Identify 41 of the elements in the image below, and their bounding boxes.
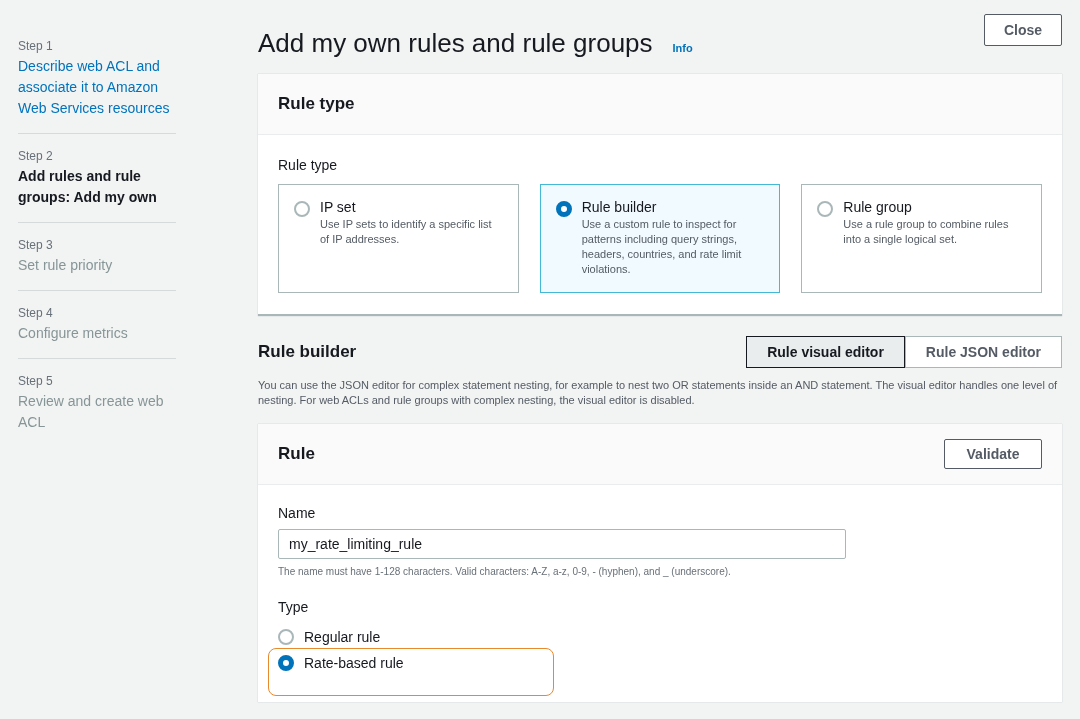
panel-heading: Rule type [278,93,355,116]
option-description: Use IP sets to identify a specific list of IP addresses. [320,217,493,247]
option-title: IP set [320,198,357,216]
step-label: Step 5 [18,373,54,389]
name-input-field[interactable]: my_rate_limiting_rule [278,529,846,559]
step-title[interactable]: Describe web ACL and associate it to Amazon Web Services resources [18,56,176,119]
page-title: Add my own rules and rule groups [258,27,653,60]
step-label: Step 3 [18,237,54,253]
field-label: Rule type [278,156,339,175]
option-description: Use a rule group to combine rules into a single logical set. [843,217,1010,247]
rule-type-option[interactable]: IP set Use IP sets to identify a specific list of IP addresses. [278,184,519,293]
option-description: Use a custom rule to inspect for patterns including query strings, headers, countries, and rate limit violations. [581,217,743,277]
step-title: Set rule priority [18,256,114,275]
radio-icon[interactable] [294,201,310,217]
step-label: Step 4 [18,305,54,321]
radio-selected-icon[interactable] [555,201,572,217]
option-title: Rule builder [581,198,658,216]
section-description: You can use the JSON editor for complex statement nesting, for example to nest two OR statements inside an AND statement. The visual editor handles one level of nesting. For web ACLs and rule groups with complex nesting, the visual editor is disabled. [258,378,1059,408]
close-button[interactable]: Close [984,14,1062,46]
radio-label[interactable]: Rate-based rule [304,652,404,674]
radio-selected-icon[interactable] [278,655,294,671]
rule-type-option[interactable]: Rule group Use a rule group to combine rules into a single logical set. [801,184,1042,293]
radio-icon[interactable] [817,201,834,217]
step-title: Review and create web ACL [18,392,165,432]
radio-icon[interactable] [278,629,294,645]
step-label: Step 1 [18,38,54,54]
step-label: Step 2 [18,148,54,164]
step-title: Configure metrics [18,324,129,343]
rule-type-option[interactable]: Rule builder Use a custom rule to inspect for patterns including query strings, headers, countries, and rate limit violations. [539,184,781,293]
radio-label[interactable]: Regular rule [304,626,381,648]
step-title: Add rules and rule groups: Add my own [18,167,158,207]
field-label: Name [278,504,317,523]
validate-button[interactable]: Validate [944,439,1042,469]
section-heading: Rule builder [258,341,357,364]
panel-heading: Rule [278,443,315,466]
field-hint: The name must have 1-128 characters. Valid characters: A-Z, a-z, 0-9, - (hyphen), and _ (underscore). [278,565,732,579]
option-title: Rule group [843,198,913,216]
info-link[interactable]: Info [672,40,693,57]
editor-tab[interactable]: Rule JSON editor [904,336,1062,368]
editor-tab[interactable]: Rule visual editor [746,336,905,368]
field-label: Type [278,598,310,617]
